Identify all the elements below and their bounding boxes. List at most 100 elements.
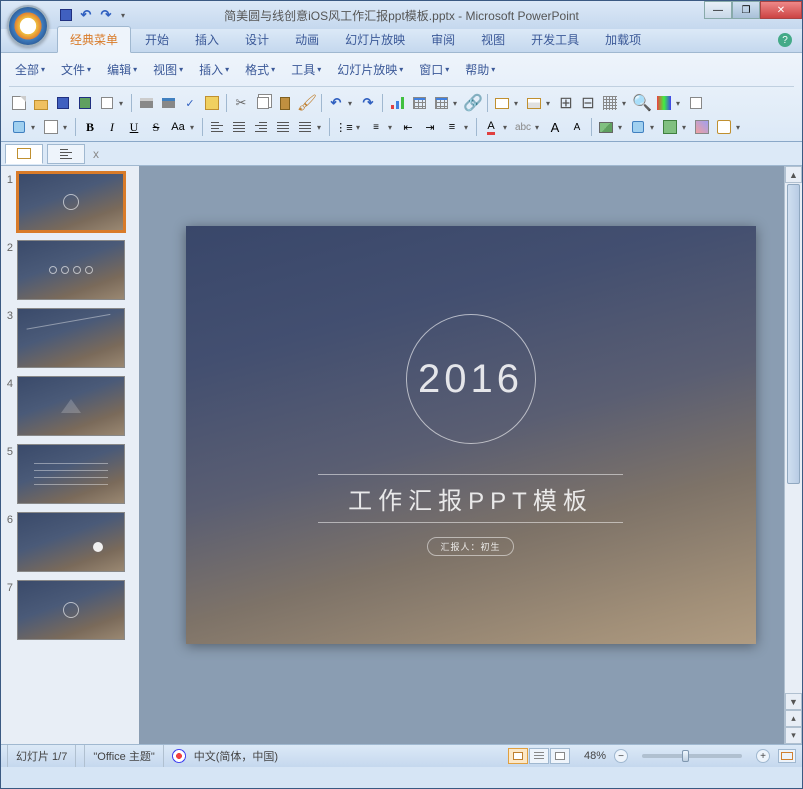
redo-button[interactable]: ↷ bbox=[358, 93, 378, 113]
thumbnail-4[interactable] bbox=[17, 376, 125, 436]
table-dropdown[interactable]: ▾ bbox=[453, 99, 461, 108]
tab-addins[interactable]: 加载项 bbox=[593, 27, 653, 52]
tab-animation[interactable]: 动画 bbox=[283, 27, 331, 52]
slide-editor-area[interactable]: 2016 工作汇报PPT模板 汇报人：初生 ▲ ▼ ▴ ▾ bbox=[139, 166, 802, 744]
layout-dropdown[interactable]: ▾ bbox=[546, 99, 554, 108]
slideshow-icon[interactable] bbox=[714, 117, 734, 137]
arrange-icon[interactable] bbox=[628, 117, 648, 137]
tab-view[interactable]: 视图 bbox=[469, 27, 517, 52]
gridlines-icon[interactable] bbox=[600, 93, 620, 113]
copy-icon[interactable] bbox=[253, 93, 273, 113]
tab-developer[interactable]: 开发工具 bbox=[519, 27, 591, 52]
thumbnail-1[interactable] bbox=[17, 172, 125, 232]
research-icon[interactable] bbox=[202, 93, 222, 113]
thumbnail-3[interactable] bbox=[17, 308, 125, 368]
fit-to-window-icon[interactable] bbox=[778, 749, 796, 763]
help-icon[interactable]: ? bbox=[778, 33, 792, 47]
menu-window[interactable]: 窗口▾ bbox=[413, 59, 455, 80]
format-painter-icon[interactable]: 🖌 bbox=[297, 93, 317, 113]
thumbnail-item[interactable]: 6 bbox=[5, 512, 135, 572]
align-left-icon[interactable] bbox=[207, 117, 227, 137]
tab-home[interactable]: 开始 bbox=[133, 27, 181, 52]
normal-view-icon[interactable] bbox=[508, 748, 528, 764]
menu-edit[interactable]: 编辑▾ bbox=[101, 59, 143, 80]
new-slide-icon[interactable] bbox=[492, 93, 512, 113]
print-icon[interactable] bbox=[136, 93, 156, 113]
grow-font-icon[interactable]: A bbox=[545, 117, 565, 137]
status-language[interactable]: 中文(简体，中国) bbox=[194, 748, 278, 764]
linespacing-icon[interactable]: ≡ bbox=[442, 117, 462, 137]
sorter-view-icon[interactable] bbox=[529, 748, 549, 764]
shape-icon[interactable] bbox=[9, 117, 29, 137]
thumbnail-item[interactable]: 3 bbox=[5, 308, 135, 368]
prev-slide-icon[interactable]: ▴ bbox=[785, 710, 802, 727]
save-icon[interactable] bbox=[59, 8, 73, 22]
menu-view[interactable]: 视图▾ bbox=[147, 59, 189, 80]
clear-format-icon[interactable]: abc bbox=[513, 117, 533, 137]
menu-tools[interactable]: 工具▾ bbox=[285, 59, 327, 80]
qat-dropdown-icon[interactable]: ▾ bbox=[119, 8, 127, 22]
thumbnail-item[interactable]: 2 bbox=[5, 240, 135, 300]
open-icon[interactable] bbox=[31, 93, 51, 113]
align-justify-icon[interactable] bbox=[273, 117, 293, 137]
expand-icon[interactable]: ⊞ bbox=[556, 93, 576, 113]
menu-insert[interactable]: 插入▾ bbox=[193, 59, 235, 80]
paste-icon[interactable] bbox=[275, 93, 295, 113]
shrink-font-icon[interactable]: A bbox=[567, 117, 587, 137]
newslide-dropdown[interactable]: ▾ bbox=[514, 99, 522, 108]
new-icon[interactable] bbox=[9, 93, 29, 113]
save-button[interactable] bbox=[53, 93, 73, 113]
menu-help[interactable]: 帮助▾ bbox=[459, 59, 501, 80]
minimize-button[interactable]: — bbox=[704, 1, 732, 19]
collapse-icon[interactable]: ⊟ bbox=[578, 93, 598, 113]
print-preview-icon[interactable] bbox=[158, 93, 178, 113]
cut-icon[interactable]: ✂ bbox=[231, 93, 251, 113]
save-as-icon[interactable] bbox=[75, 93, 95, 113]
thumbnail-2[interactable] bbox=[17, 240, 125, 300]
align-center-icon[interactable] bbox=[229, 117, 249, 137]
zoom-out-button[interactable]: − bbox=[614, 749, 628, 763]
color-dropdown[interactable]: ▾ bbox=[676, 99, 684, 108]
layout-icon[interactable] bbox=[524, 93, 544, 113]
color-icon[interactable] bbox=[654, 93, 674, 113]
thumbnail-item[interactable]: 7 bbox=[5, 580, 135, 640]
table-icon[interactable] bbox=[409, 93, 429, 113]
menu-all[interactable]: 全部▾ bbox=[9, 59, 51, 80]
zoom-in-button[interactable]: + bbox=[756, 749, 770, 763]
tab-review[interactable]: 审阅 bbox=[419, 27, 467, 52]
chart-icon[interactable] bbox=[387, 93, 407, 113]
changecase-button[interactable]: Aa bbox=[168, 117, 188, 137]
scroll-up-icon[interactable]: ▲ bbox=[785, 166, 802, 183]
outline-panel-tab[interactable] bbox=[47, 144, 85, 164]
tab-classic-menu[interactable]: 经典菜单 bbox=[57, 26, 131, 53]
quickstyle-icon[interactable] bbox=[660, 117, 680, 137]
menu-format[interactable]: 格式▾ bbox=[239, 59, 281, 80]
strike-button[interactable]: S bbox=[146, 117, 166, 137]
close-button[interactable]: ✕ bbox=[760, 1, 802, 19]
undo-dropdown[interactable]: ▾ bbox=[348, 99, 356, 108]
grid-dropdown[interactable]: ▾ bbox=[622, 99, 630, 108]
picture-icon[interactable] bbox=[596, 117, 616, 137]
textbox-icon[interactable] bbox=[41, 117, 61, 137]
thumbnail-item[interactable]: 4 bbox=[5, 376, 135, 436]
close-panel-icon[interactable]: x bbox=[93, 147, 99, 161]
scrollbar-thumb[interactable] bbox=[787, 184, 800, 484]
menu-file[interactable]: 文件▾ bbox=[55, 59, 97, 80]
thumbnail-item[interactable]: 5 bbox=[5, 444, 135, 504]
thumbnail-item[interactable]: 1 bbox=[5, 172, 135, 232]
distribute-icon[interactable] bbox=[295, 117, 315, 137]
menu-slideshow[interactable]: 幻灯片放映▾ bbox=[331, 59, 409, 80]
scroll-down-icon[interactable]: ▼ bbox=[785, 693, 802, 710]
status-theme[interactable]: "Office 主题" bbox=[84, 745, 163, 767]
undo-icon[interactable]: ↶ bbox=[79, 8, 93, 22]
underline-button[interactable]: U bbox=[124, 117, 144, 137]
indent-icon[interactable]: ⇥ bbox=[420, 117, 440, 137]
thumbnail-panel[interactable]: 1 2 3 4 5 6 7 bbox=[1, 166, 139, 744]
slideshow-view-icon[interactable] bbox=[550, 748, 570, 764]
vertical-scrollbar[interactable]: ▲ ▼ ▴ ▾ bbox=[784, 166, 802, 744]
current-slide[interactable]: 2016 工作汇报PPT模板 汇报人：初生 bbox=[186, 226, 756, 644]
next-slide-icon[interactable]: ▾ bbox=[785, 727, 802, 744]
macro-icon[interactable] bbox=[686, 93, 706, 113]
zoom-slider-thumb[interactable] bbox=[682, 750, 689, 762]
slides-panel-tab[interactable] bbox=[5, 144, 43, 164]
